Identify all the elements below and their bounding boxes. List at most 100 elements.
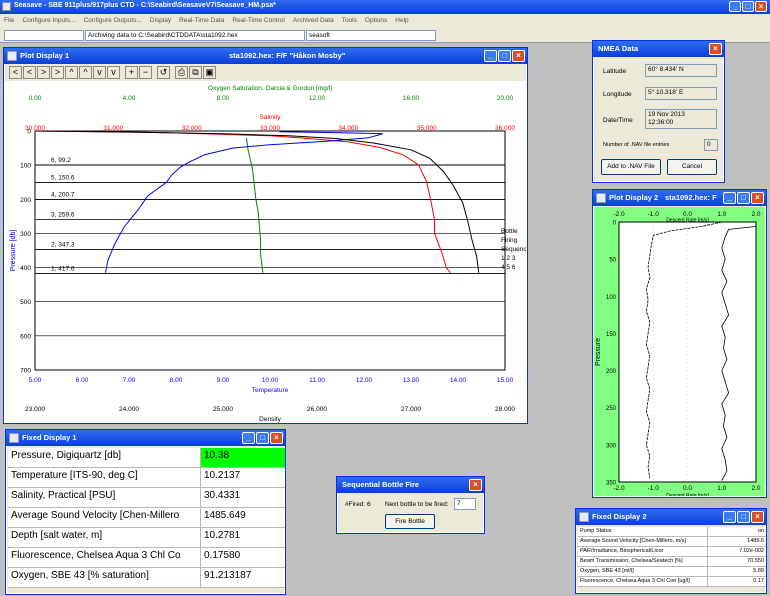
salinity-tick-label: 31.000 <box>103 125 123 132</box>
latitude-label: Latitude <box>603 68 627 75</box>
xlabel-bottom: Descent Rate [m/s] <box>666 493 709 496</box>
table-row: Oxygen, SBE 43 [ml/l] 5.89 <box>578 567 766 577</box>
fixed1-minimize-button[interactable]: _ <box>242 432 255 444</box>
datetime-label: Date/Time <box>603 117 633 124</box>
row-name: Pump Status <box>578 527 708 536</box>
plot1-tool-3[interactable]: > <box>51 66 64 79</box>
plot1-tool-9[interactable]: − <box>139 66 152 79</box>
plot1-tool-8[interactable]: + <box>125 66 138 79</box>
fixed2-maximize-button[interactable]: □ <box>737 511 750 523</box>
row-name: Oxygen, SBE 43 [ml/l] <box>578 567 708 576</box>
temperature-tick-label: 12.00 <box>356 377 373 384</box>
pressure-tick-label: 400 <box>20 265 31 272</box>
xtick-top-label: 2.0 <box>751 211 760 218</box>
datetime-field: 19 Nov 2013 12:36:00 <box>645 109 717 129</box>
plot1-tool-11[interactable]: ⎙ <box>175 66 188 79</box>
fixed1-maximize-button[interactable]: □ <box>256 432 269 444</box>
fired-count: #Fired: 6 <box>345 501 371 508</box>
oxygen-tick-label: 16.00 <box>403 95 420 102</box>
plot1-tool-5[interactable]: ^ <box>79 66 92 79</box>
fixed2-titlebar: Fixed Display 2 _ □ × <box>576 509 766 525</box>
salinity-tick-label: 33.000 <box>260 125 280 132</box>
row-name: Average Sound Velocity [Chen-Millero, m/… <box>578 537 708 546</box>
next-bottle-label: Next bottle to be fired: <box>385 501 449 508</box>
fixed1-titlebar: Fixed Display 1 _ □ × <box>6 430 285 446</box>
plot2-chart: -2.0-2.0-1.0-1.00.00.01.01.02.02.0Descen… <box>594 207 765 496</box>
status-blank <box>4 30 84 41</box>
bottle-label: 6, 99.2 <box>51 157 71 164</box>
plot1-tool-7[interactable]: v <box>107 66 120 79</box>
menu-item-2[interactable]: Configure Outputs... <box>84 17 142 24</box>
plot1-chart: 01002003004005006007006, 99.25, 150.64, … <box>5 81 526 423</box>
menu-item-6[interactable]: Archived Data <box>293 17 334 24</box>
menu-item-0[interactable]: File <box>4 17 14 24</box>
plot1-tool-6[interactable]: v <box>93 66 106 79</box>
temperature-tick-label: 13.00 <box>403 377 420 384</box>
menu-item-3[interactable]: Display <box>150 17 171 24</box>
add-to-nav-button[interactable]: Add to .NAV File <box>601 159 661 175</box>
ytick-label: 0 <box>613 221 617 227</box>
menu-bar: File Configure Inputs... Configure Outputs… <box>0 14 770 27</box>
app-maximize-button[interactable]: □ <box>742 1 754 12</box>
xtick-bottom-label: 0.0 <box>683 485 692 492</box>
row-name: Salinity, Practical [PSU] <box>8 488 201 507</box>
row-value: 30.4331 <box>204 490 241 501</box>
nav-entries-field: 0 <box>704 139 718 151</box>
bottle-close-button[interactable]: × <box>469 479 482 491</box>
menu-item-4[interactable]: Real-Time Data <box>179 17 224 24</box>
row-name: Fluorescence, Chelsea Aqua 3 Chl Co <box>8 548 201 567</box>
density-axis-label: Density <box>259 416 281 423</box>
plot2-minimize-button[interactable]: _ <box>723 192 736 204</box>
temperature-tick-label: 6.00 <box>76 377 89 384</box>
bottle-label: 2, 347.3 <box>51 242 75 249</box>
table-row: Pressure, Digiquartz [db] 10.38 <box>8 448 285 468</box>
plot1-tool-12[interactable]: ⧉ <box>189 66 202 79</box>
plot1-tool-4[interactable]: ^ <box>65 66 78 79</box>
row-value: 91.213187 <box>204 570 252 581</box>
ytick-label: 250 <box>606 406 617 412</box>
oxygen-tick-label: 8.00 <box>217 95 230 102</box>
row-name: Fluorescence, Chelsea Aqua 3 Chl Con [ug… <box>578 577 708 586</box>
plot1-tool-13[interactable]: ▣ <box>203 66 216 79</box>
ytick-label: 100 <box>606 295 617 301</box>
window-icon <box>596 193 606 203</box>
menu-item-9[interactable]: Help <box>395 17 408 24</box>
fixed2-minimize-button[interactable]: _ <box>723 511 736 523</box>
menu-item-8[interactable]: Options <box>365 17 387 24</box>
plot1-tool-0[interactable]: < <box>9 66 22 79</box>
fire-bottle-button[interactable]: Fire Bottle <box>385 514 435 529</box>
plot1-tool-10[interactable]: ↺ <box>157 66 170 79</box>
menu-item-1[interactable]: Configure Inputs... <box>22 17 75 24</box>
plot1-tool-2[interactable]: > <box>37 66 50 79</box>
fixed1-close-button[interactable]: × <box>270 432 283 444</box>
plot2-close-button[interactable]: × <box>751 192 764 204</box>
app-close-button[interactable]: × <box>755 1 767 12</box>
xtick-top-label: 1.0 <box>717 211 726 218</box>
menu-item-7[interactable]: Tools <box>342 17 357 24</box>
row-name: Beam Transmission, Chelsea/Seatech [%] <box>578 557 708 566</box>
nmea-close-button[interactable]: × <box>709 43 722 55</box>
plot2-maximize-button[interactable]: □ <box>737 192 750 204</box>
salinity-tick-label: 32.000 <box>182 125 202 132</box>
menu-item-5[interactable]: Real-Time Control <box>232 17 285 24</box>
legend-text: Firing <box>501 237 518 244</box>
time-value: 12:36:00 <box>648 119 674 126</box>
temperature-tick-label: 7.00 <box>123 377 136 384</box>
nmea-cancel-button[interactable]: Cancel <box>667 159 717 175</box>
table-row: Salinity, Practical [PSU] 30.4331 <box>8 488 285 508</box>
density-tick-label: 26.000 <box>307 406 327 413</box>
app-minimize-button[interactable]: _ <box>729 1 741 12</box>
temperature-axis-label: Temperature <box>252 387 289 394</box>
plot1-tool-1[interactable]: < <box>23 66 36 79</box>
plot-display-2: Plot Display 2 sta1092.hex: F _ □ × -2.0… <box>592 189 767 498</box>
plot1-close-button[interactable]: × <box>512 50 525 62</box>
plot1-minimize-button[interactable]: _ <box>484 50 497 62</box>
ytick-label: 50 <box>609 258 616 264</box>
plot1-maximize-button[interactable]: □ <box>498 50 511 62</box>
row-value: 7.02e-002 <box>739 548 764 554</box>
ytick-label: 200 <box>606 369 617 375</box>
fixed2-close-button[interactable]: × <box>751 511 764 523</box>
row-value: 0.17580 <box>204 550 241 561</box>
bottle-fire-window: Sequential Bottle Fire × #Fired: 6 Next … <box>336 476 485 534</box>
table-row: Average Sound Velocity [Chen-Millero, m/… <box>578 537 766 547</box>
